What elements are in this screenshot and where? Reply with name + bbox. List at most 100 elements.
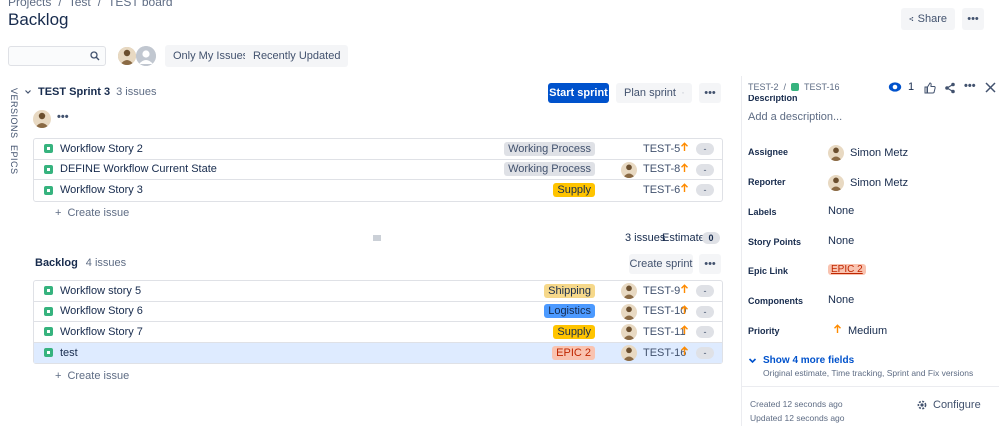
parent-issue-link[interactable]: TEST-2 [748, 82, 779, 92]
issue-title[interactable]: Workflow Story 3 [60, 184, 143, 196]
sprint-more-button[interactable]: ••• [699, 83, 721, 103]
breadcrumb-projects[interactable]: Projects [8, 0, 51, 9]
estimate-badge[interactable]: - [696, 163, 714, 176]
drag-handle-icon[interactable] [372, 232, 382, 246]
epics-tab[interactable]: EPICS [9, 145, 19, 175]
chevron-down-icon[interactable] [24, 88, 32, 96]
issue-row[interactable]: Workflow story 5 Shipping TEST-9 - [34, 281, 722, 302]
watch-button[interactable]: 1 [888, 81, 914, 93]
create-sprint-button[interactable]: Create sprint [629, 254, 693, 274]
assignee-avatar[interactable] [621, 161, 637, 178]
field-value-text: Simon Metz [850, 147, 909, 159]
sprint-create-issue-button[interactable]: + Create issue [55, 207, 129, 219]
field-value-text: Simon Metz [850, 177, 909, 189]
sprint-footer-count: 3 issues [625, 232, 666, 244]
field-value[interactable]: Simon Metz [828, 175, 908, 191]
recently-updated-filter[interactable]: Recently Updated [245, 45, 349, 67]
search-input[interactable] [8, 46, 106, 66]
field-value[interactable]: Simon Metz [828, 145, 908, 161]
configure-button[interactable]: Configure [916, 399, 981, 411]
user-avatar [828, 175, 844, 191]
estimate-badge[interactable]: - [696, 184, 714, 196]
issue-key-link[interactable]: TEST-16 [804, 82, 840, 92]
issue-row[interactable]: DEFINE Workflow Current State Working Pro… [34, 160, 722, 180]
story-icon [44, 306, 53, 316]
epic-badge[interactable]: Logistics [544, 304, 595, 319]
issue-key[interactable]: TEST-9 [643, 285, 680, 297]
start-sprint-button[interactable]: Start sprint [548, 83, 609, 103]
field-value[interactable]: EPIC 2 [828, 264, 866, 275]
epic-badge[interactable]: Shipping [544, 283, 595, 298]
story-icon [791, 83, 800, 91]
issue-title[interactable]: test [60, 347, 78, 359]
issue-title[interactable]: Workflow Story 6 [60, 305, 143, 317]
sprint-name: TEST Sprint 3 [38, 86, 111, 98]
issue-title[interactable]: Workflow Story 7 [60, 326, 143, 338]
issue-title[interactable]: DEFINE Workflow Current State [60, 163, 217, 175]
estimate-badge[interactable]: - [696, 346, 714, 359]
issue-key[interactable]: TEST-8 [643, 163, 680, 175]
backlog-header: Backlog 4 issues [35, 257, 126, 269]
assignee-avatar[interactable] [621, 283, 637, 299]
epic-badge[interactable]: Supply [553, 183, 595, 198]
plus-icon: + [55, 207, 62, 219]
field-value[interactable]: Medium [833, 324, 887, 337]
only-my-issues-filter[interactable]: Only My Issues [165, 45, 257, 67]
breadcrumb-board[interactable]: TEST board [108, 0, 172, 9]
assignee-avatar[interactable] [621, 324, 637, 340]
epic-badge[interactable]: Supply [553, 324, 595, 339]
issue-row[interactable]: Workflow Story 2 Working Process TEST-5 - [34, 139, 722, 160]
thumbs-up-icon[interactable] [924, 82, 936, 94]
detail-breadcrumb: TEST-2 / TEST-16 [748, 82, 840, 92]
more-actions-button[interactable]: ••• [962, 8, 984, 30]
show-more-fields-button[interactable]: Show 4 more fields [748, 355, 854, 366]
backlog-more-button[interactable]: ••• [699, 254, 721, 274]
avatar-filter-user[interactable] [118, 47, 136, 65]
chevron-down-icon [682, 92, 684, 94]
sprint-assignee-avatar[interactable] [33, 110, 51, 128]
priority-medium-icon [680, 162, 689, 176]
breadcrumb-test[interactable]: Test [69, 0, 91, 9]
backlog-create-issue-button[interactable]: + Create issue [55, 370, 129, 382]
issue-row[interactable]: test EPIC 2 TEST-16- [34, 342, 722, 363]
add-description-field[interactable]: Add a description... [748, 111, 842, 123]
estimate-badge[interactable]: - [696, 143, 714, 155]
page-title: Backlog [8, 10, 69, 29]
field-value[interactable]: None [828, 294, 854, 306]
estimate-badge[interactable]: - [696, 285, 714, 297]
issue-key[interactable]: TEST-6 [643, 184, 680, 196]
field-value[interactable]: None [828, 205, 854, 217]
issue-row[interactable]: Workflow Story 6 Logistics TEST-10- [34, 302, 722, 322]
field-value[interactable]: None [828, 235, 854, 247]
close-icon[interactable] [985, 82, 996, 93]
epic-badge[interactable]: EPIC 2 [552, 345, 595, 360]
issue-key[interactable]: TEST-5 [643, 143, 680, 155]
issue-row[interactable]: Workflow Story 7 Supply TEST-11- [34, 322, 722, 343]
estimate-badge[interactable]: - [696, 326, 714, 338]
share-button[interactable]: Share [901, 8, 955, 30]
versions-tab[interactable]: VERSIONS [9, 88, 19, 139]
share-icon[interactable] [944, 82, 956, 94]
assignee-avatar[interactable] [621, 303, 637, 320]
epic-badge[interactable]: Working Process [504, 162, 595, 177]
issue-title[interactable]: Workflow Story 2 [60, 143, 143, 155]
user-avatar [828, 145, 844, 161]
description-label: Description [748, 95, 798, 103]
detail-more-button[interactable]: ••• [964, 80, 976, 92]
watch-count: 1 [908, 81, 915, 93]
field-value-text: Medium [848, 324, 888, 337]
field-label: Labels [748, 207, 777, 217]
estimate-badge[interactable]: - [696, 305, 714, 318]
epic-badge[interactable]: Working Process [504, 141, 595, 156]
avatar-filter-unassigned[interactable] [136, 46, 156, 66]
share-icon [909, 16, 914, 22]
plan-sprint-button[interactable]: Plan sprint [616, 83, 692, 103]
issue-row[interactable]: Workflow Story 3 Supply TEST-6 - [34, 180, 722, 201]
issue-title[interactable]: Workflow story 5 [60, 285, 141, 297]
story-icon [44, 185, 53, 195]
priority-medium-icon [680, 142, 689, 155]
sprint-avatar-more-button[interactable]: ••• [57, 111, 69, 123]
assignee-avatar[interactable] [621, 344, 637, 361]
gear-icon [917, 400, 927, 410]
epic-link-badge[interactable]: EPIC 2 [828, 264, 866, 275]
